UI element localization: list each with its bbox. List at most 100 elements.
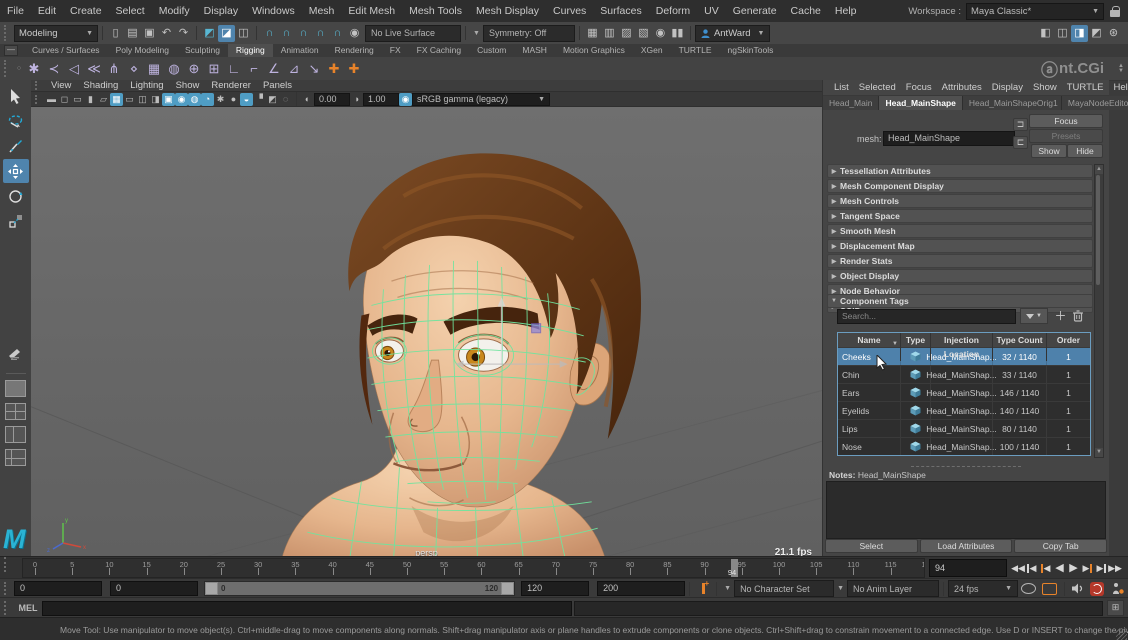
ae-scrollbar[interactable]: ▲ ▼ <box>1094 164 1104 458</box>
output-connection-icon[interactable]: ⊏ <box>1013 136 1028 149</box>
animation-end-field[interactable]: 200 <box>597 581 685 596</box>
new-scene-icon[interactable]: ▯ <box>107 25 124 42</box>
save-scene-icon[interactable]: ▣ <box>141 25 158 42</box>
ae-section-header[interactable]: ▶ Mesh Controls <box>827 194 1093 208</box>
motion-blur-icon[interactable]: ▝ <box>253 93 266 106</box>
viewport-menu-item[interactable]: Renderer <box>205 80 257 91</box>
menu-item[interactable]: Mesh <box>302 5 342 17</box>
ae-menu-item[interactable]: Help <box>1109 82 1128 93</box>
ae-section-header[interactable]: ▶ Displacement Map <box>827 239 1093 253</box>
input-connection-icon[interactable]: ⊐ <box>1013 118 1028 131</box>
component-tags-section-header[interactable]: ▼ Component Tags <box>827 294 1093 308</box>
range-grip[interactable] <box>4 582 10 595</box>
gate-mask-icon[interactable]: ◨ <box>149 93 162 106</box>
shelf-tab[interactable]: MASH <box>514 44 555 57</box>
menu-item[interactable]: Deform <box>649 5 697 17</box>
animation-preferences-icon[interactable] <box>1111 582 1124 595</box>
menu-item[interactable]: Curves <box>546 5 593 17</box>
character-controls-icon[interactable]: ◫ <box>1054 25 1071 42</box>
focus-button[interactable]: Focus <box>1029 114 1103 128</box>
ae-section-header[interactable]: ▶ Object Display <box>827 269 1093 283</box>
blendshape-icon[interactable]: ⊞ <box>204 59 224 79</box>
ae-node-tab[interactable]: Head_Main <box>823 96 879 110</box>
add-tag-icon[interactable]: ＋ <box>1052 308 1069 325</box>
menu-item[interactable]: Cache <box>784 5 828 17</box>
step-forward-frame-button[interactable]: ▶ <box>1081 560 1094 576</box>
timeline-grip[interactable] <box>4 557 10 572</box>
render-sequence-icon[interactable]: ▨ <box>618 25 635 42</box>
workspace-dropdown[interactable]: Maya Classic* ▼ <box>966 3 1104 20</box>
undo-icon[interactable]: ↶ <box>158 25 175 42</box>
column-header-type[interactable]: Type <box>901 333 931 361</box>
scroll-down-icon[interactable]: ▼ <box>1095 448 1103 457</box>
ao-icon[interactable]: ◒ <box>240 93 253 106</box>
chevron-down-icon[interactable]: ▼ <box>724 585 731 592</box>
pole-vector-icon[interactable]: ↘ <box>304 59 324 79</box>
shelf-tab[interactable]: XGen <box>633 44 671 57</box>
snap-point-icon[interactable]: ∩ <box>295 25 312 42</box>
go-to-end-button[interactable]: ▶▶ <box>1109 560 1122 576</box>
shelf-minimize-button[interactable]: — <box>4 45 18 56</box>
lights-icon[interactable]: ✱ <box>214 93 227 106</box>
add-attribute-icon[interactable]: ✚ <box>324 59 344 79</box>
range-slider-track[interactable]: 0 120 <box>204 581 515 596</box>
shelf-tab[interactable]: TURTLE <box>671 44 720 57</box>
point-constraint-icon[interactable]: ⌐ <box>244 59 264 79</box>
snap-view-plane-icon[interactable]: ∩ <box>329 25 346 42</box>
shelf-tab[interactable]: Sculpting <box>177 44 228 57</box>
chevron-down-icon[interactable]: ▼ <box>837 585 844 592</box>
create-locator-icon[interactable]: ✱ <box>24 59 44 79</box>
ae-menu-item[interactable]: Display <box>987 82 1028 93</box>
ae-menu-item[interactable]: Focus <box>901 82 937 93</box>
bookmark-icon[interactable]: ▮ <box>84 93 97 106</box>
shelf-tab[interactable]: ngSkinTools <box>720 44 782 57</box>
select-hierarchy-icon[interactable]: ◩ <box>201 25 218 42</box>
user-account-chip[interactable]: AntWard ▼ <box>695 25 771 42</box>
ae-footer-button[interactable]: Load Attributes <box>920 539 1013 553</box>
render-view-icon[interactable]: ◉ <box>652 25 669 42</box>
ipr-render-icon[interactable]: ▥ <box>601 25 618 42</box>
shelf-tab[interactable]: FX Caching <box>409 44 469 57</box>
auto-keyframe-toggle[interactable] <box>1090 582 1104 596</box>
tag-filter-button[interactable]: ▼ <box>1020 308 1048 324</box>
window-resize-grip[interactable] <box>1116 629 1127 640</box>
ae-menu-item[interactable]: List <box>829 82 854 93</box>
shelf-tab[interactable]: Curves / Surfaces <box>24 44 108 57</box>
symmetry-field[interactable]: Symmetry: Off <box>483 25 575 42</box>
table-row[interactable]: Nose Head_MainShap... 100 / 1140 1 <box>838 437 1090 455</box>
notes-divider[interactable] <box>911 466 1021 467</box>
scale-tool[interactable] <box>3 209 29 233</box>
layout-single-pane-button[interactable] <box>5 380 26 397</box>
ae-section-header[interactable]: ▶ Tessellation Attributes <box>827 164 1093 178</box>
create-joint-icon[interactable]: ≺ <box>44 59 64 79</box>
command-language-label[interactable]: MEL <box>14 603 42 613</box>
menu-item[interactable]: Surfaces <box>593 5 648 17</box>
pause-viewport-icon[interactable]: ▮▮ <box>669 25 686 42</box>
shelf-tab[interactable]: FX <box>382 44 409 57</box>
notes-textarea[interactable] <box>826 481 1106 539</box>
paint-select-tool[interactable] <box>3 134 29 158</box>
viewport-canvas[interactable]: y x z persp 21.1 fps <box>31 107 822 561</box>
show-button[interactable]: Show <box>1031 144 1067 158</box>
channel-box-toggle-icon[interactable]: ◨ <box>1071 25 1088 42</box>
command-grip[interactable] <box>4 601 10 615</box>
last-tool-used[interactable] <box>3 341 29 365</box>
menu-item[interactable]: Select <box>109 5 152 17</box>
workspace-lock-icon[interactable] <box>1110 6 1120 17</box>
lasso-tool[interactable] <box>3 109 29 133</box>
step-back-key-button[interactable]: ◀ <box>1025 560 1038 576</box>
film-gate-icon[interactable]: ▭ <box>123 93 136 106</box>
script-editor-icon[interactable]: ⊞ <box>1107 600 1124 616</box>
range-start-handle[interactable] <box>205 582 218 595</box>
animation-start-field[interactable]: 0 <box>14 581 102 596</box>
play-backwards-button[interactable]: ◀ <box>1053 560 1066 576</box>
live-surface-field[interactable]: No Live Surface <box>365 25 461 42</box>
select-tool[interactable] <box>3 84 29 108</box>
ik-spline-icon[interactable]: ≪ <box>84 59 104 79</box>
ae-section-header[interactable]: ▶ Render Stats <box>827 254 1093 268</box>
aim-constraint-icon[interactable]: ⊿ <box>284 59 304 79</box>
menu-item[interactable]: Edit Mesh <box>341 5 402 17</box>
ae-node-tab[interactable]: MayaNodeEditorSav <box>1062 96 1128 110</box>
shelf-grip[interactable] <box>4 60 10 76</box>
parent-constraint-icon[interactable]: ∟ <box>224 59 244 79</box>
